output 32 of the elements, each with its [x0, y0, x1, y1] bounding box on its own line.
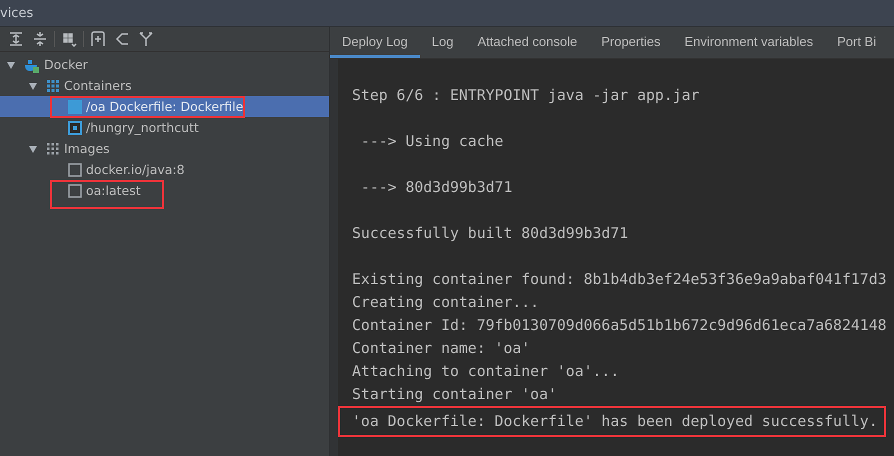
log-line: Container Id: 79fb0130709d066a5d51b1b672c9d96d61eca7a6824148 — [352, 317, 887, 334]
tab[interactable]: Properties — [589, 27, 672, 58]
grid-icon — [46, 142, 60, 156]
square-icon — [68, 100, 82, 114]
log-line: Container name: 'oa' — [352, 340, 530, 357]
log-line: Existing container found: 8b1b4db3ef24e53f36e9a9abaf041f17d3 — [352, 271, 887, 288]
expand-arrow-icon[interactable] — [28, 80, 38, 90]
image-icon — [68, 162, 82, 176]
log-line: ---> Using cache — [360, 133, 504, 150]
container-icon — [68, 120, 82, 134]
log-line: Starting container 'oa' — [352, 386, 557, 403]
tree-item[interactable]: /hungry_northcutt — [86, 120, 199, 135]
tab[interactable]: Port Bi — [825, 27, 888, 58]
log-line: 'oa Dockerfile: Dockerfile' has been deployed successfully. — [352, 413, 878, 430]
tree-item[interactable]: Containers — [64, 78, 132, 93]
image-icon — [68, 184, 82, 198]
window-title: vices — [0, 6, 34, 20]
expand-arrow-icon[interactable] — [28, 144, 38, 154]
expand-arrow-icon[interactable] — [6, 60, 16, 70]
log-line: Successfully built 80d3d99b3d71 — [352, 225, 628, 242]
log-line: Attaching to container 'oa'... — [352, 363, 620, 380]
tree-item[interactable]: docker.io/java:8 — [86, 162, 185, 177]
tree-item[interactable]: Images — [64, 141, 110, 156]
tab[interactable]: Environment variables — [672, 27, 826, 58]
log-line: ---> 80d3d99b3d71 — [360, 179, 512, 196]
tree-item[interactable]: oa:latest — [86, 183, 141, 198]
tab[interactable]: Log — [420, 27, 466, 58]
log-line: Step 6/6 : ENTRYPOINT java -jar app.jar — [352, 87, 700, 104]
tree-item[interactable]: Docker — [44, 57, 88, 72]
log-line: Creating container... — [352, 294, 540, 311]
tab[interactable]: Attached console — [465, 27, 590, 58]
grid-icon — [46, 78, 60, 92]
